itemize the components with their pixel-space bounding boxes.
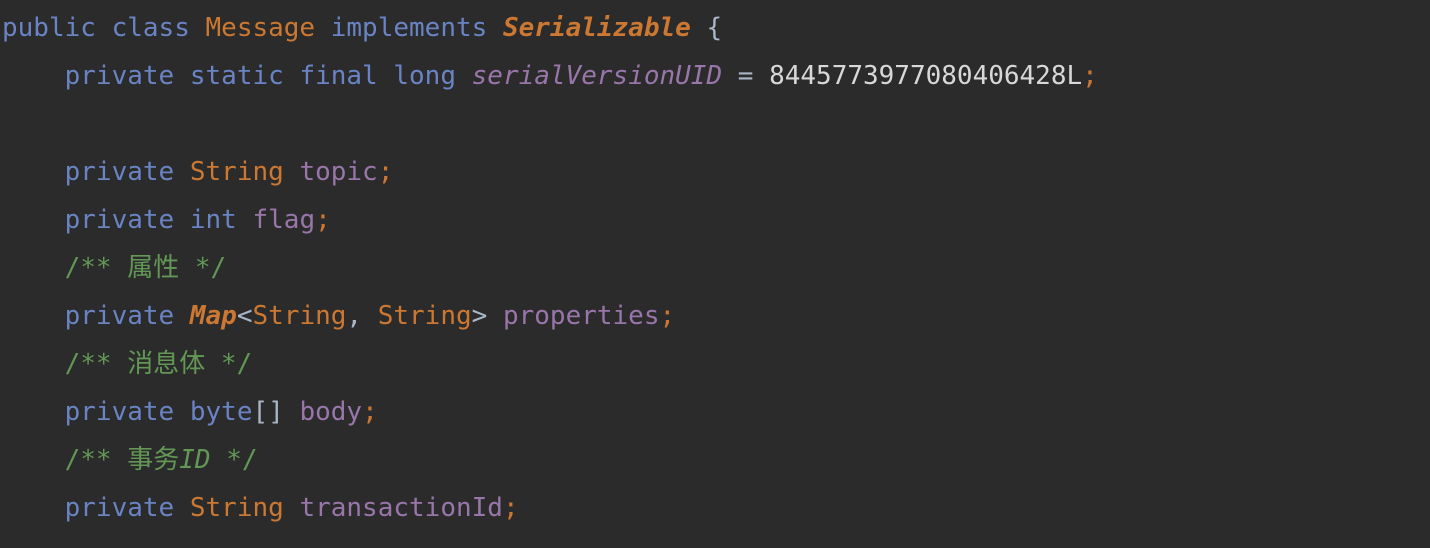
token-number: 8445773977080406428L — [769, 61, 1083, 91]
token-keyword: private — [64, 157, 175, 187]
token-punct: { — [706, 13, 723, 43]
token-keyword: private — [64, 61, 175, 91]
token-comment: /** 属性 */ — [64, 253, 227, 283]
token-keyword: static — [189, 61, 284, 91]
source-code-block[interactable]: public class Message implements Serializ… — [0, 4, 1430, 532]
token-keyword: implements — [330, 13, 488, 43]
token-class: String — [377, 301, 472, 331]
token-keyword: final — [299, 61, 378, 91]
token-semi: ; — [362, 397, 378, 427]
code-line: private static final long serialVersionU… — [0, 52, 1430, 100]
token-punct: = — [737, 61, 754, 91]
token-keyword: class — [111, 13, 190, 43]
token-interface: Serializable — [502, 13, 691, 43]
code-line: private Map<String, String> properties; — [0, 292, 1430, 340]
token-semi: ; — [659, 301, 676, 331]
token-comment: */ — [210, 445, 258, 475]
code-line: /** 消息体 */ — [0, 340, 1430, 388]
code-line: private String topic; — [0, 148, 1430, 196]
code-editor-pane[interactable]: public class Message implements Serializ… — [0, 0, 1430, 548]
token-punct: [] — [252, 397, 284, 427]
token-keyword: long — [393, 61, 456, 91]
token-comment: /** 事务 — [64, 445, 180, 475]
token-field: flag — [252, 205, 316, 235]
code-line: /** 属性 */ — [0, 244, 1430, 292]
token-field: transactionId — [299, 493, 503, 523]
token-keyword: byte — [189, 397, 253, 427]
token-class: String — [252, 301, 347, 331]
token-punct: , — [346, 301, 378, 331]
token-semi: ; — [502, 493, 519, 523]
code-line: private String transactionId; — [0, 484, 1430, 532]
token-keyword: private — [64, 301, 175, 331]
token-keyword: private — [64, 205, 175, 235]
token-semi: ; — [1082, 61, 1098, 91]
token-static: serialVersionUID — [471, 61, 723, 91]
token-field: body — [299, 397, 363, 427]
code-line: private int flag; — [0, 196, 1430, 244]
token-semi: ; — [377, 157, 394, 187]
token-comment: /** 消息体 */ — [64, 349, 253, 379]
code-line: /** 事务ID */ — [0, 436, 1430, 484]
token-semi: ; — [315, 205, 331, 235]
token-class: Message — [205, 13, 316, 43]
token-punct: < — [236, 301, 253, 331]
token-keyword: private — [64, 397, 175, 427]
code-line: private byte[] body; — [0, 388, 1430, 436]
token-class: String — [189, 493, 284, 523]
token-keyword: public — [2, 13, 96, 43]
token-keyword: int — [189, 205, 237, 235]
token-comment-em: ID — [179, 445, 211, 475]
token-keyword: private — [64, 493, 175, 523]
token-class: String — [189, 157, 284, 187]
token-field: properties — [502, 301, 660, 331]
token-field: topic — [299, 157, 378, 187]
token-interface: Map — [189, 301, 237, 331]
token-punct: > — [471, 301, 488, 331]
code-line: public class Message implements Serializ… — [0, 4, 1430, 52]
